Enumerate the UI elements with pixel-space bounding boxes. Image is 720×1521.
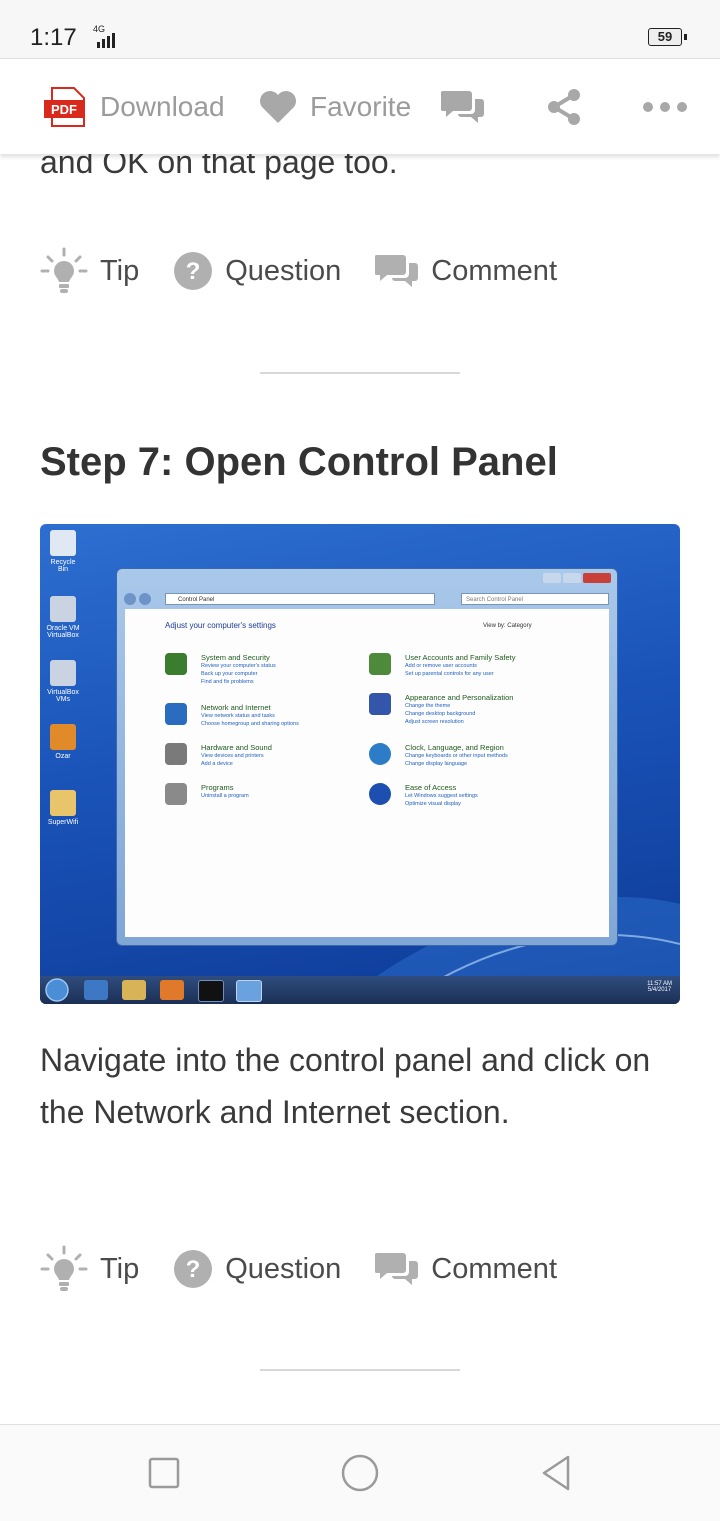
control-panel-taskbar-icon[interactable] bbox=[236, 980, 262, 1002]
address-bar[interactable]: Control Panel bbox=[165, 593, 435, 605]
previous-step-actions: Tip ? Question Comment bbox=[40, 243, 591, 299]
recents-button[interactable] bbox=[124, 1425, 204, 1521]
ie-icon[interactable] bbox=[84, 980, 108, 1000]
back-button[interactable] bbox=[516, 1425, 596, 1521]
network-icon bbox=[165, 703, 187, 725]
battery-level: 59 bbox=[648, 28, 682, 46]
cmd-icon[interactable] bbox=[198, 980, 224, 1002]
question-button[interactable]: ? Question bbox=[173, 251, 341, 291]
comment-button[interactable]: Comment bbox=[375, 1249, 557, 1289]
media-player-icon[interactable] bbox=[160, 980, 184, 1000]
section-divider bbox=[260, 372, 460, 374]
question-icon: ? bbox=[174, 252, 213, 290]
step-actions: Tip ? Question Comment bbox=[40, 1241, 591, 1297]
appearance-icon bbox=[369, 693, 391, 715]
favorite-label: Favorite bbox=[310, 90, 412, 122]
comment-button[interactable]: Comment bbox=[375, 251, 557, 291]
control-panel-body: Adjust your computer's settings View by:… bbox=[125, 609, 609, 937]
ease-of-access-icon bbox=[369, 783, 391, 805]
favorite-button[interactable]: Favorite bbox=[258, 59, 411, 154]
discussion-button[interactable] bbox=[441, 59, 485, 154]
users-icon bbox=[369, 653, 391, 675]
start-orb-icon[interactable] bbox=[44, 977, 70, 1003]
back-triangle-icon bbox=[542, 1455, 570, 1491]
step-description: Navigate into the control panel and clic… bbox=[40, 1042, 651, 1130]
programs-icon bbox=[165, 783, 187, 805]
download-label: Download bbox=[100, 90, 225, 122]
signal-icon bbox=[97, 33, 115, 48]
shield-icon bbox=[165, 653, 187, 675]
comment-label: Comment bbox=[431, 254, 557, 287]
lightbulb-icon bbox=[40, 247, 88, 293]
tray-clock: 11:57 AM 5/4/2017 bbox=[647, 981, 672, 993]
desktop-icon[interactable]: VirtualBox VMs bbox=[46, 660, 80, 703]
folder-icon[interactable] bbox=[122, 980, 146, 1000]
tip-label: Tip bbox=[100, 254, 140, 287]
windows-taskbar: 11:57 AM 5/4/2017 bbox=[40, 976, 680, 1004]
question-label: Question bbox=[225, 1252, 342, 1285]
comment-icon bbox=[375, 1253, 419, 1285]
globe-icon bbox=[369, 743, 391, 765]
tip-button[interactable]: Tip bbox=[40, 247, 139, 295]
comment-icon bbox=[375, 255, 419, 287]
status-time: 1:17 bbox=[30, 24, 77, 51]
heart-icon bbox=[260, 90, 296, 123]
square-icon bbox=[148, 1457, 180, 1489]
tip-button[interactable]: Tip bbox=[40, 1245, 139, 1293]
desktop-icon[interactable]: SuperWifi bbox=[46, 790, 80, 826]
desktop-icon[interactable]: Ozar bbox=[46, 724, 80, 760]
cp-heading: Adjust your computer's settings bbox=[165, 621, 276, 630]
question-button[interactable]: ? Question bbox=[173, 1249, 341, 1289]
back-forward-icon bbox=[124, 593, 151, 605]
more-icon bbox=[643, 101, 687, 112]
view-by-selector[interactable]: View by: Category bbox=[483, 623, 532, 629]
svg-text:?: ? bbox=[186, 1256, 201, 1283]
window-controls bbox=[543, 573, 611, 583]
battery-icon bbox=[684, 34, 687, 40]
desktop-icon[interactable]: Recycle Bin bbox=[46, 530, 80, 573]
download-pdf-button[interactable]: PDF Download bbox=[44, 59, 225, 154]
step-screenshot[interactable]: Recycle Bin Oracle VM VirtualBox Virtual… bbox=[40, 524, 680, 1004]
more-options-button[interactable] bbox=[642, 59, 688, 154]
pdf-icon: PDF bbox=[44, 86, 85, 127]
control-panel-window: Control Panel Search Control Panel Adjus… bbox=[116, 568, 618, 946]
question-label: Question bbox=[225, 254, 342, 287]
system-navigation-bar bbox=[0, 1424, 720, 1521]
status-bar: 1:17 4G 59 bbox=[0, 0, 720, 59]
tip-label: Tip bbox=[100, 1252, 140, 1285]
share-button[interactable] bbox=[546, 59, 582, 154]
desktop-icon[interactable]: Oracle VM VirtualBox bbox=[46, 596, 80, 639]
home-button[interactable] bbox=[320, 1425, 400, 1521]
pdf-badge-text: PDF bbox=[51, 102, 77, 117]
comment-label: Comment bbox=[431, 1252, 557, 1285]
section-divider bbox=[260, 1369, 460, 1371]
circle-icon bbox=[341, 1454, 379, 1492]
share-icon bbox=[548, 88, 580, 125]
lightbulb-icon bbox=[40, 1245, 88, 1291]
printer-icon bbox=[165, 743, 187, 765]
svg-text:?: ? bbox=[186, 258, 201, 285]
question-icon: ? bbox=[174, 1250, 213, 1288]
comments-icon bbox=[441, 90, 484, 123]
article-toolbar: PDF Download Favorite bbox=[0, 59, 720, 154]
search-control-panel[interactable]: Search Control Panel bbox=[461, 593, 609, 605]
step-title: Step 7: Open Control Panel bbox=[40, 440, 558, 484]
